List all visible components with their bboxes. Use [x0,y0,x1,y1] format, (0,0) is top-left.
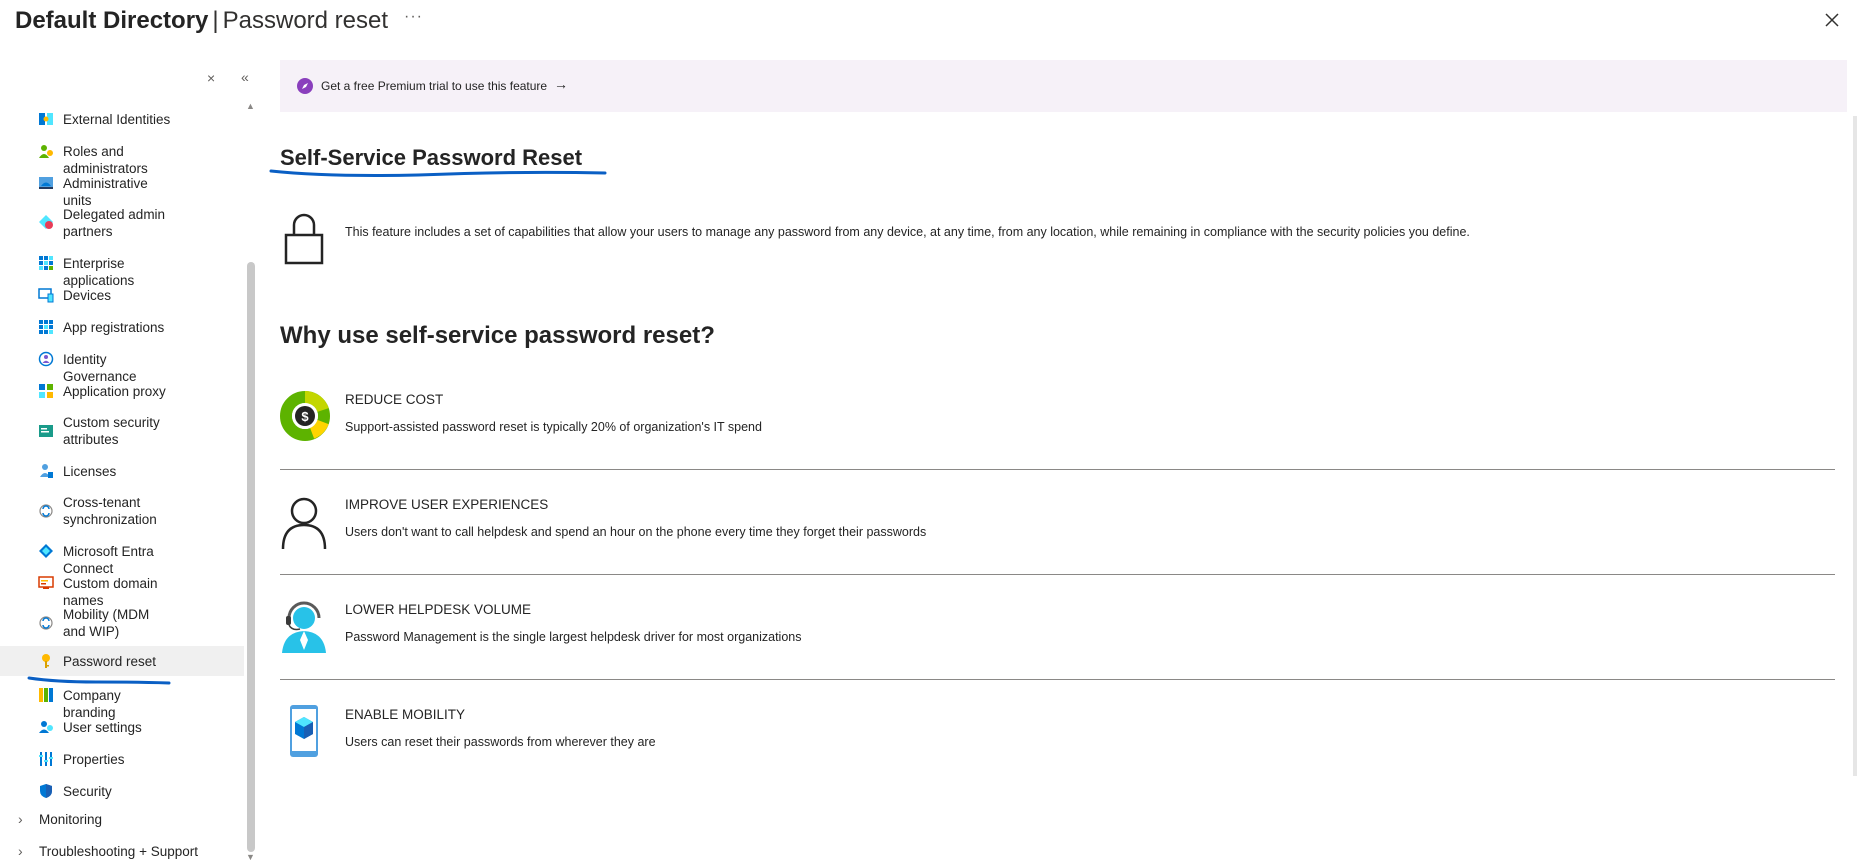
benefit-desc: Support-assisted password reset is typic… [345,420,762,434]
app-registrations-icon [39,320,53,334]
identity-governance-icon [38,351,54,367]
entra-connect-icon [39,544,53,558]
benefit-title: LOWER HELPDESK VOLUME [345,602,532,617]
close-icon[interactable] [1822,10,1842,30]
lock-icon [284,213,324,265]
sidebar-item-app-registrations[interactable]: App registrations [0,318,244,336]
sidebar-group-monitoring[interactable]: › Monitoring [0,811,244,829]
cross-tenant-icon [39,504,53,518]
benefit-user-experience: IMPROVE USER EXPERIENCES Users don't wan… [280,493,1835,553]
divider [280,469,1835,470]
devices-icon [38,288,54,303]
sidebar-item-password-reset[interactable]: Password reset [0,646,244,676]
chevron-right-icon: › [18,843,23,859]
benefit-desc: Users can reset their passwords from whe… [345,735,656,749]
divider [280,679,1835,680]
cost-symbol: $ [301,409,309,424]
sidebar-item-admin-units[interactable]: Administrative units [0,174,244,208]
sidebar-item-enterprise-apps[interactable]: Enterprise applications [0,254,244,288]
delegated-admin-icon [39,215,53,229]
premium-trial-banner[interactable]: Get a free Premium trial to use this fea… [280,60,1847,112]
sidebar-item-domain-names[interactable]: Custom domain names [0,574,244,608]
user-icon [281,497,327,550]
more-options-button[interactable]: ··· [404,8,423,26]
properties-icon [39,752,53,766]
benefit-title: ENABLE MOBILITY [345,707,466,722]
collapse-sidebar-icon[interactable]: « [241,69,249,85]
page-name: Password reset [222,7,389,34]
custom-security-icon [39,425,53,437]
sidebar-item-security[interactable]: Security [0,782,244,800]
page-heading: Self-Service Password Reset [280,145,583,170]
benefit-title: REDUCE COST [345,392,444,407]
rocket-icon [297,78,313,94]
sidebar-item-delegated-admin[interactable]: Delegated admin partners [0,206,244,240]
intro-text: This feature includes a set of capabilit… [345,225,1470,239]
sidebar-item-company-branding[interactable]: Company branding [0,686,244,720]
arrow-right-icon: → [554,76,568,92]
benefit-title: IMPROVE USER EXPERIENCES [345,497,549,512]
main-scrollbar[interactable] [1853,116,1857,776]
sidebar-group-troubleshooting[interactable]: › Troubleshooting + Support [0,843,244,860]
sidebar-item-external-identities[interactable]: External Identities [0,110,244,128]
user-settings-icon [39,721,53,733]
key-icon [42,654,50,668]
sidebar-item-properties[interactable]: Properties [0,750,244,768]
title-separator: | [212,7,219,34]
sidebar-scrollbar[interactable] [247,262,255,852]
page-title: Default Directory | Password reset [15,6,388,36]
external-identities-icon [39,113,53,125]
sidebar-item-devices[interactable]: Devices [0,286,244,304]
cost-donut-icon: $ [280,391,330,441]
mobility-icon [39,616,53,630]
benefit-desc: Password Management is the single larges… [345,630,802,644]
application-proxy-icon [39,384,53,398]
shield-icon [40,784,52,798]
banner-text: Get a free Premium trial to use this fea… [321,79,548,93]
benefit-desc: Users don't want to call helpdesk and sp… [345,525,927,539]
sidebar-item-user-settings[interactable]: User settings [0,718,244,736]
scroll-up-icon[interactable]: ▲ [246,101,255,111]
divider [280,574,1835,575]
sidebar-item-entra-connect[interactable]: Microsoft Entra Connect [0,542,244,576]
enterprise-apps-icon [39,256,53,270]
collapse-x-icon[interactable]: × [207,70,215,86]
sidebar-item-application-proxy[interactable]: Application proxy [0,382,244,400]
helpdesk-agent-icon [282,601,326,653]
sidebar-item-roles[interactable]: Roles and administrators [0,142,244,176]
sidebar-item-mobility[interactable]: Mobility (MDM and WIP) [0,606,244,640]
sidebar-item-licenses[interactable]: Licenses [0,462,244,480]
admin-units-icon [39,177,53,189]
mobile-device-icon [290,705,318,757]
scroll-down-icon[interactable]: ▼ [246,852,255,860]
sidebar-item-identity-governance[interactable]: Identity Governance [0,350,244,384]
licenses-icon [40,464,53,478]
benefit-mobility: ENABLE MOBILITY Users can reset their pa… [280,703,1835,763]
domain-names-icon [38,576,54,589]
roles-icon [39,145,53,158]
sidebar-item-custom-security[interactable]: Custom security attributes [0,414,244,448]
chevron-right-icon: › [18,811,23,827]
directory-name: Default Directory [15,7,209,34]
sidebar-item-cross-tenant[interactable]: Cross-tenant synchronization [0,494,244,528]
branding-icon [39,688,53,702]
blade-header: Default Directory | Password reset ··· [0,0,1859,44]
benefit-helpdesk-volume: LOWER HELPDESK VOLUME Password Managemen… [280,598,1835,658]
why-heading: Why use self-service password reset? [280,322,715,349]
benefit-reduce-cost: $ REDUCE COST Support-assisted password … [280,388,1835,448]
